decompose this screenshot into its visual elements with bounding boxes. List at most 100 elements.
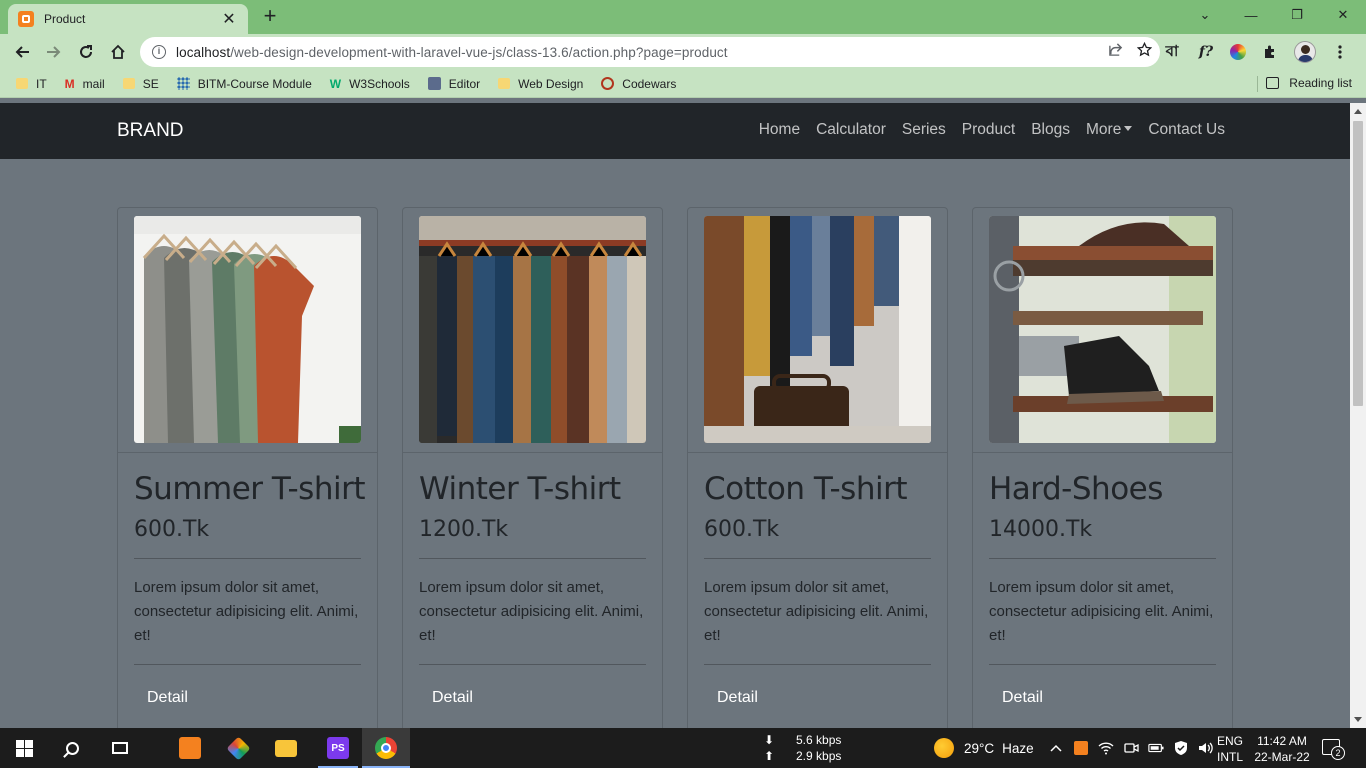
nav-link-series[interactable]: Series bbox=[902, 121, 946, 139]
task-view-button[interactable] bbox=[96, 728, 144, 768]
upload-arrow-icon: ⬆ bbox=[763, 749, 775, 763]
new-tab-button[interactable]: + bbox=[258, 5, 282, 29]
temperature: 29°C bbox=[964, 740, 995, 756]
folder-icon bbox=[498, 78, 511, 89]
product-price: 1200.Tk bbox=[419, 517, 509, 542]
color-picker-extension-icon[interactable] bbox=[1230, 44, 1246, 60]
bangla-extension-icon[interactable]: বা bbox=[1162, 42, 1182, 62]
extensions-area: বা f? bbox=[1162, 41, 1350, 63]
bookmark-it[interactable]: IT bbox=[16, 77, 47, 91]
product-image-wardrobe-clothes bbox=[704, 216, 931, 443]
volume-icon[interactable] bbox=[1198, 740, 1214, 756]
back-arrow-icon[interactable] bbox=[9, 39, 35, 65]
detail-button[interactable]: Detail bbox=[989, 689, 1056, 707]
page-scrollbar[interactable] bbox=[1350, 103, 1366, 728]
product-description: Lorem ipsum dolor sit amet, consectetur … bbox=[134, 579, 359, 644]
system-clock[interactable]: 11:42 AM 22-Mar-22 bbox=[1253, 733, 1311, 765]
share-icon[interactable] bbox=[1108, 42, 1123, 61]
site-info-icon[interactable]: i bbox=[152, 45, 166, 59]
product-description: Lorem ipsum dolor sit amet, consectetur … bbox=[989, 579, 1214, 644]
taskbar-app-file-explorer[interactable] bbox=[262, 728, 310, 768]
divider bbox=[134, 664, 361, 665]
nav-link-home[interactable]: Home bbox=[759, 121, 800, 139]
input-language-indicator[interactable]: ENG INTL bbox=[1217, 733, 1243, 765]
product-title: Cotton T-shirt bbox=[704, 471, 907, 507]
nav-link-calculator[interactable]: Calculator bbox=[816, 121, 886, 139]
taskbar-app-chrome[interactable] bbox=[362, 728, 410, 768]
reading-list-button[interactable]: Reading list bbox=[1266, 76, 1352, 90]
folder-icon bbox=[16, 78, 28, 89]
editor-icon bbox=[427, 77, 441, 90]
xampp-favicon-icon bbox=[18, 11, 34, 27]
product-description: Lorem ipsum dolor sit amet, consectetur … bbox=[704, 579, 929, 644]
bitm-icon bbox=[176, 77, 190, 90]
nav-link-contact-us[interactable]: Contact Us bbox=[1148, 121, 1225, 139]
bookmark-w3schools[interactable]: W W3Schools bbox=[329, 77, 410, 92]
meet-now-icon[interactable] bbox=[1123, 740, 1139, 756]
site-navbar: BRAND Home Calculator Series Product Blo… bbox=[0, 103, 1350, 159]
product-image-clothing-rack bbox=[419, 216, 646, 443]
nav-link-product[interactable]: Product bbox=[962, 121, 1015, 139]
bookmark-codewars[interactable]: Codewars bbox=[601, 77, 676, 91]
home-icon[interactable] bbox=[105, 39, 131, 65]
weather-condition: Haze bbox=[1002, 740, 1034, 756]
product-card: Cotton T-shirt 600.Tk Lorem ipsum dolor … bbox=[687, 207, 948, 747]
bookmark-web-design[interactable]: Web Design bbox=[498, 77, 583, 91]
show-hidden-icons-chevron-icon[interactable] bbox=[1048, 740, 1064, 756]
address-bar[interactable]: i localhost/web-design-development-with-… bbox=[140, 37, 1160, 67]
notification-count-badge: 2 bbox=[1331, 746, 1345, 760]
browser-toolbar: i localhost/web-design-development-with-… bbox=[0, 34, 1366, 70]
taskbar-app-xampp[interactable] bbox=[166, 728, 214, 768]
browser-tab-product[interactable]: Product ✕ bbox=[8, 4, 248, 34]
reload-icon[interactable] bbox=[73, 39, 99, 65]
minimize-button[interactable]: — bbox=[1228, 0, 1274, 30]
security-shield-icon[interactable] bbox=[1173, 740, 1189, 756]
taskbar-app-phpstorm[interactable]: PS bbox=[314, 728, 362, 768]
detail-button[interactable]: Detail bbox=[134, 689, 201, 707]
bookmark-se[interactable]: SE bbox=[122, 77, 159, 91]
xampp-icon bbox=[179, 737, 201, 759]
tab-search-chevron-icon[interactable]: ⌄ bbox=[1182, 0, 1228, 30]
nav-dropdown-more[interactable]: More bbox=[1086, 121, 1133, 139]
profile-avatar[interactable] bbox=[1294, 41, 1316, 63]
product-card: Hard-Shoes 14000.Tk Lorem ipsum dolor si… bbox=[972, 207, 1233, 747]
bookmark-mail[interactable]: Mmail bbox=[65, 77, 105, 92]
formula-extension-icon[interactable]: f? bbox=[1196, 42, 1216, 62]
divider bbox=[704, 664, 931, 665]
weather-widget[interactable]: 29°C Haze bbox=[934, 728, 1034, 768]
w3schools-icon: W bbox=[329, 77, 342, 91]
start-button[interactable] bbox=[0, 728, 48, 768]
taskbar-search-button[interactable] bbox=[48, 728, 96, 768]
scroll-up-arrow-icon[interactable] bbox=[1354, 109, 1362, 114]
browser-tab-strip: Product ✕ + ⌄ — ❐ ✕ bbox=[0, 0, 1366, 34]
product-card: Winter T-shirt 1200.Tk Lorem ipsum dolor… bbox=[402, 207, 663, 747]
taskbar-app-git[interactable] bbox=[214, 728, 262, 768]
divider bbox=[989, 664, 1216, 665]
nav-link-blogs[interactable]: Blogs bbox=[1031, 121, 1070, 139]
system-tray bbox=[1048, 728, 1214, 768]
extensions-puzzle-icon[interactable] bbox=[1260, 42, 1280, 62]
tab-close-icon[interactable]: ✕ bbox=[220, 9, 238, 29]
scrollbar-thumb[interactable] bbox=[1353, 121, 1363, 406]
close-window-button[interactable]: ✕ bbox=[1320, 0, 1366, 30]
xampp-tray-icon[interactable] bbox=[1073, 740, 1089, 756]
divider bbox=[134, 558, 361, 559]
divider bbox=[419, 558, 646, 559]
bookmark-bitm[interactable]: BITM-Course Module bbox=[176, 77, 312, 91]
scroll-down-arrow-icon[interactable] bbox=[1354, 717, 1362, 722]
bookmark-editor[interactable]: Editor bbox=[427, 77, 480, 91]
bookmark-star-icon[interactable] bbox=[1136, 41, 1153, 61]
detail-button[interactable]: Detail bbox=[704, 689, 771, 707]
restore-button[interactable]: ❐ bbox=[1274, 0, 1320, 30]
windows-taskbar: PS ⬇ 5.6 kbps ⬆ 2.9 kbps 29°C Haze ENG I… bbox=[0, 728, 1366, 768]
git-icon bbox=[225, 735, 251, 761]
task-view-icon bbox=[112, 742, 128, 754]
chrome-menu-icon[interactable] bbox=[1330, 42, 1350, 62]
forward-arrow-icon[interactable] bbox=[41, 39, 67, 65]
url-text[interactable]: localhost/web-design-development-with-la… bbox=[176, 45, 728, 60]
wifi-icon[interactable] bbox=[1098, 740, 1114, 756]
detail-button[interactable]: Detail bbox=[419, 689, 486, 707]
battery-icon[interactable] bbox=[1148, 740, 1164, 756]
product-description: Lorem ipsum dolor sit amet, consectetur … bbox=[419, 579, 644, 644]
navbar-brand[interactable]: BRAND bbox=[117, 120, 184, 142]
